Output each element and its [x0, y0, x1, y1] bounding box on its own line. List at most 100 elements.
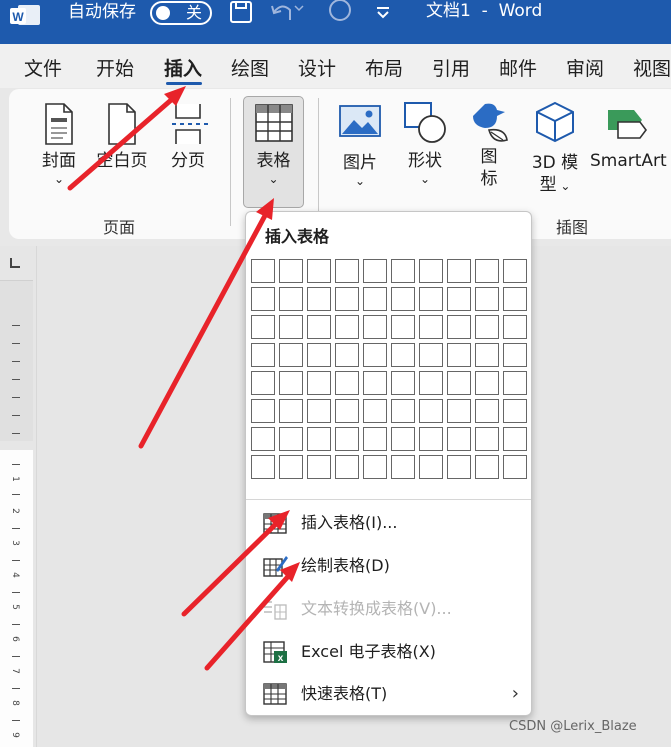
grid-cell[interactable] [251, 287, 275, 311]
picture-button[interactable]: 图片 ⌄ [336, 104, 384, 188]
grid-cell[interactable] [307, 315, 331, 339]
tab-design[interactable]: 设计 [298, 57, 336, 81]
grid-cell[interactable] [279, 315, 303, 339]
grid-cell[interactable] [307, 427, 331, 451]
smartart-button[interactable]: SmartArt [590, 100, 671, 172]
grid-cell[interactable] [503, 259, 527, 283]
redo-icon[interactable] [326, 0, 354, 26]
grid-cell[interactable] [279, 399, 303, 423]
grid-cell[interactable] [391, 259, 415, 283]
tab-view[interactable]: 视图 [633, 57, 671, 81]
grid-cell[interactable] [335, 287, 359, 311]
tab-references[interactable]: 引用 [432, 57, 470, 81]
grid-cell[interactable] [475, 343, 499, 367]
grid-cell[interactable] [447, 399, 471, 423]
grid-cell[interactable] [419, 343, 443, 367]
autosave-toggle[interactable]: 关 [150, 1, 212, 25]
tab-mailings[interactable]: 邮件 [499, 57, 537, 81]
grid-cell[interactable] [363, 259, 387, 283]
grid-cell[interactable] [447, 343, 471, 367]
grid-cell[interactable] [307, 343, 331, 367]
grid-cell[interactable] [251, 315, 275, 339]
menu-item-insert-table[interactable]: 插入表格(I)... [246, 504, 531, 542]
menu-item-draw-table[interactable]: 绘制表格(D) [246, 547, 531, 585]
tab-review[interactable]: 审阅 [566, 57, 604, 81]
grid-cell[interactable] [279, 343, 303, 367]
grid-cell[interactable] [391, 315, 415, 339]
grid-cell[interactable] [475, 287, 499, 311]
grid-cell[interactable] [447, 315, 471, 339]
tab-draw[interactable]: 绘图 [231, 57, 269, 81]
grid-cell[interactable] [475, 455, 499, 479]
grid-cell[interactable] [335, 399, 359, 423]
grid-cell[interactable] [447, 287, 471, 311]
grid-cell[interactable] [279, 259, 303, 283]
grid-cell[interactable] [475, 427, 499, 451]
grid-cell[interactable] [363, 427, 387, 451]
blank-page-button[interactable]: 空白页 [92, 102, 152, 172]
undo-icon[interactable] [268, 0, 304, 26]
tab-home[interactable]: 开始 [96, 57, 134, 81]
grid-cell[interactable] [391, 287, 415, 311]
cover-page-button[interactable]: 封面 ⌄ [36, 102, 82, 186]
tab-layout[interactable]: 布局 [365, 57, 403, 81]
grid-cell[interactable] [447, 371, 471, 395]
grid-cell[interactable] [307, 455, 331, 479]
grid-cell[interactable] [391, 399, 415, 423]
grid-cell[interactable] [503, 315, 527, 339]
grid-cell[interactable] [363, 287, 387, 311]
grid-cell[interactable] [447, 427, 471, 451]
grid-cell[interactable] [251, 259, 275, 283]
grid-cell[interactable] [251, 427, 275, 451]
grid-cell[interactable] [335, 259, 359, 283]
shapes-button[interactable]: 形状 ⌄ [400, 100, 450, 186]
grid-cell[interactable] [363, 343, 387, 367]
grid-cell[interactable] [279, 287, 303, 311]
grid-cell[interactable] [419, 455, 443, 479]
icons-button[interactable]: 图 标 [466, 100, 512, 190]
grid-cell[interactable] [419, 427, 443, 451]
grid-cell[interactable] [419, 287, 443, 311]
customize-qat-icon[interactable] [373, 0, 393, 26]
grid-cell[interactable] [475, 399, 499, 423]
grid-cell[interactable] [307, 259, 331, 283]
grid-cell[interactable] [307, 287, 331, 311]
grid-cell[interactable] [335, 371, 359, 395]
grid-cell[interactable] [251, 399, 275, 423]
grid-cell[interactable] [335, 427, 359, 451]
grid-cell[interactable] [391, 371, 415, 395]
grid-cell[interactable] [335, 343, 359, 367]
grid-cell[interactable] [251, 371, 275, 395]
grid-cell[interactable] [503, 427, 527, 451]
grid-cell[interactable] [363, 315, 387, 339]
grid-cell[interactable] [391, 343, 415, 367]
grid-cell[interactable] [391, 427, 415, 451]
grid-cell[interactable] [503, 399, 527, 423]
grid-cell[interactable] [363, 371, 387, 395]
grid-cell[interactable] [419, 259, 443, 283]
tab-stop-selector[interactable] [10, 258, 20, 268]
3d-models-button[interactable]: 3D 模 型 ⌄ [527, 100, 583, 197]
grid-cell[interactable] [503, 455, 527, 479]
grid-cell[interactable] [307, 371, 331, 395]
grid-cell[interactable] [307, 399, 331, 423]
grid-cell[interactable] [447, 455, 471, 479]
tab-insert[interactable]: 插入 [164, 57, 202, 81]
menu-item-quick-tables[interactable]: 快速表格(T) › [246, 675, 531, 713]
grid-cell[interactable] [335, 455, 359, 479]
grid-cell[interactable] [279, 455, 303, 479]
page-break-button[interactable]: 分页 [164, 102, 212, 172]
grid-cell[interactable] [419, 315, 443, 339]
grid-cell[interactable] [475, 371, 499, 395]
grid-cell[interactable] [503, 287, 527, 311]
grid-cell[interactable] [363, 455, 387, 479]
grid-cell[interactable] [251, 343, 275, 367]
menu-item-excel-spreadsheet[interactable]: x Excel 电子表格(X) [246, 633, 531, 671]
grid-cell[interactable] [419, 371, 443, 395]
table-size-grid[interactable] [251, 259, 527, 479]
grid-cell[interactable] [475, 259, 499, 283]
grid-cell[interactable] [251, 455, 275, 479]
grid-cell[interactable] [475, 315, 499, 339]
grid-cell[interactable] [419, 399, 443, 423]
grid-cell[interactable] [503, 371, 527, 395]
